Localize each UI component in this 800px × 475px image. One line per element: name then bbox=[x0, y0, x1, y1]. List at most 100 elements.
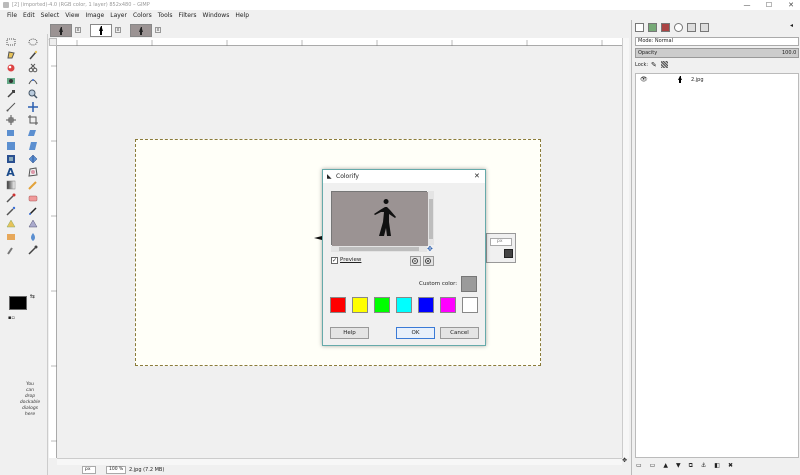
menu-windows[interactable]: Windows bbox=[200, 10, 233, 21]
color-preview[interactable] bbox=[504, 249, 513, 258]
layer-name[interactable]: 2.jpg bbox=[691, 77, 704, 83]
ok-button[interactable]: OK bbox=[396, 327, 435, 339]
perspective-tool-icon[interactable] bbox=[3, 153, 18, 165]
color-swatch[interactable] bbox=[352, 297, 368, 313]
zoom-in-button[interactable] bbox=[423, 256, 434, 266]
duplicate-layer-icon[interactable]: ⧉ bbox=[689, 462, 693, 470]
menu-help[interactable]: Help bbox=[232, 10, 252, 21]
minimize-button[interactable]: — bbox=[742, 1, 752, 9]
close-tab-2-icon[interactable]: x bbox=[115, 27, 121, 33]
quick-mask-toggle[interactable] bbox=[49, 38, 57, 46]
unit-select[interactable]: px bbox=[490, 238, 512, 246]
layers-tab-icon[interactable] bbox=[635, 23, 644, 32]
crop-tool-icon[interactable] bbox=[25, 114, 40, 126]
visibility-eye-icon[interactable]: 👁 bbox=[640, 76, 648, 83]
help-button[interactable]: Help bbox=[330, 327, 369, 339]
lock-pixels-icon[interactable]: ✎ bbox=[651, 61, 657, 69]
swap-colors-icon[interactable]: ⇆ bbox=[30, 293, 35, 300]
eraser-tool-icon[interactable] bbox=[25, 192, 40, 204]
paths-tool-icon[interactable] bbox=[25, 75, 40, 87]
preview-label[interactable]: Preview bbox=[340, 257, 361, 263]
paths-tab-icon[interactable] bbox=[661, 23, 670, 32]
maximize-button[interactable]: ☐ bbox=[764, 1, 774, 9]
flip-tool-icon[interactable] bbox=[25, 153, 40, 165]
align-tool-icon[interactable] bbox=[3, 114, 18, 126]
zoom-tool-icon[interactable] bbox=[25, 88, 40, 100]
color-swatch[interactable] bbox=[330, 297, 346, 313]
color-picker-tool-icon[interactable] bbox=[3, 88, 18, 100]
raise-layer-icon[interactable]: ▲ bbox=[663, 462, 668, 470]
menu-colors[interactable]: Colors bbox=[130, 10, 155, 21]
foreground-color-swatch[interactable] bbox=[9, 296, 27, 310]
preview-vscroll-thumb[interactable] bbox=[429, 199, 433, 239]
horizontal-ruler[interactable] bbox=[57, 38, 622, 46]
navigate-icon[interactable]: ✥ bbox=[622, 458, 629, 465]
preview-area[interactable] bbox=[331, 191, 428, 246]
menu-layer[interactable]: Layer bbox=[107, 10, 130, 21]
perspective-clone-tool-icon[interactable] bbox=[3, 231, 18, 243]
mode-dropdown[interactable]: Mode: Normal bbox=[635, 37, 799, 46]
undo-tab-icon[interactable] bbox=[674, 23, 683, 32]
cage-tool-icon[interactable] bbox=[25, 166, 40, 178]
color-swatch[interactable] bbox=[440, 297, 456, 313]
menu-edit[interactable]: Edit bbox=[20, 10, 38, 21]
opacity-slider[interactable]: Opacity 100.0 bbox=[635, 48, 799, 58]
default-colors-icon[interactable]: ▪▫ bbox=[8, 315, 15, 321]
color-swatch[interactable] bbox=[462, 297, 478, 313]
preview-hscroll[interactable] bbox=[331, 246, 427, 252]
clone-tool-icon[interactable] bbox=[3, 218, 18, 230]
anchor-layer-icon[interactable]: ⚓ bbox=[701, 462, 706, 470]
channels-tab-icon[interactable] bbox=[648, 23, 657, 32]
layers-list[interactable]: 👁 2.jpg bbox=[635, 73, 799, 458]
horizontal-scrollbar[interactable] bbox=[57, 458, 622, 465]
dodge-burn-tool-icon[interactable] bbox=[25, 244, 40, 256]
zoom-dropdown[interactable]: 100 % bbox=[106, 466, 126, 474]
menu-view[interactable]: View bbox=[62, 10, 82, 21]
fuzzy-select-tool-icon[interactable] bbox=[25, 49, 40, 61]
foreground-select-tool-icon[interactable] bbox=[3, 75, 18, 87]
preview-vscroll[interactable] bbox=[428, 191, 434, 245]
close-tab-3-icon[interactable]: x bbox=[155, 27, 161, 33]
unit-dropdown[interactable]: px bbox=[82, 466, 96, 474]
new-layer-icon[interactable]: ▭ bbox=[636, 462, 642, 470]
menu-image[interactable]: Image bbox=[82, 10, 107, 21]
delete-layer-icon[interactable]: ✖ bbox=[728, 462, 733, 470]
preview-navigate-icon[interactable]: ✥ bbox=[427, 245, 433, 253]
scale-tool-icon[interactable] bbox=[3, 140, 18, 152]
rect-select-tool-icon[interactable] bbox=[3, 36, 18, 48]
smudge-tool-icon[interactable] bbox=[3, 244, 18, 256]
dock-menu-icon[interactable]: ◂ bbox=[790, 22, 793, 29]
preview-hscroll-thumb[interactable] bbox=[339, 247, 419, 251]
shear-tool-icon[interactable] bbox=[25, 140, 40, 152]
measure-tool-icon[interactable] bbox=[3, 101, 18, 113]
rotate-tool-icon[interactable] bbox=[25, 127, 40, 139]
text-tool-icon[interactable]: A bbox=[3, 166, 18, 179]
ellipse-select-tool-icon[interactable] bbox=[25, 36, 40, 48]
image-tab-3[interactable] bbox=[130, 24, 152, 37]
layer-mask-icon[interactable]: ◧ bbox=[714, 462, 720, 470]
image-tab-2[interactable] bbox=[90, 24, 112, 37]
preview-checkbox[interactable]: ✓ bbox=[331, 257, 338, 264]
patterns-tab-icon[interactable] bbox=[700, 23, 709, 32]
vertical-ruler[interactable] bbox=[49, 46, 57, 458]
close-button[interactable]: ✕ bbox=[786, 1, 796, 9]
paintbrush-tool-icon[interactable] bbox=[3, 192, 18, 204]
blend-tool-icon[interactable] bbox=[3, 179, 18, 191]
brushes-tab-icon[interactable] bbox=[687, 23, 696, 32]
lock-alpha-icon[interactable] bbox=[661, 61, 668, 68]
new-group-icon[interactable]: ▭ bbox=[650, 462, 656, 470]
dialog-close-icon[interactable]: ✕ bbox=[474, 172, 480, 180]
airbrush-tool-icon[interactable] bbox=[3, 205, 18, 217]
color-swatch[interactable] bbox=[374, 297, 390, 313]
close-tab-1-icon[interactable]: x bbox=[75, 27, 81, 33]
blur-tool-icon[interactable] bbox=[25, 231, 40, 243]
color-swatch[interactable] bbox=[418, 297, 434, 313]
scissors-select-tool-icon[interactable] bbox=[25, 62, 40, 74]
cancel-button[interactable]: Cancel bbox=[440, 327, 479, 339]
zoom-out-button[interactable] bbox=[410, 256, 421, 266]
color-select-tool-icon[interactable] bbox=[3, 62, 18, 74]
ink-tool-icon[interactable] bbox=[25, 205, 40, 217]
color-swatch[interactable] bbox=[396, 297, 412, 313]
menu-file[interactable]: File bbox=[4, 10, 20, 21]
heal-tool-icon[interactable] bbox=[25, 218, 40, 230]
